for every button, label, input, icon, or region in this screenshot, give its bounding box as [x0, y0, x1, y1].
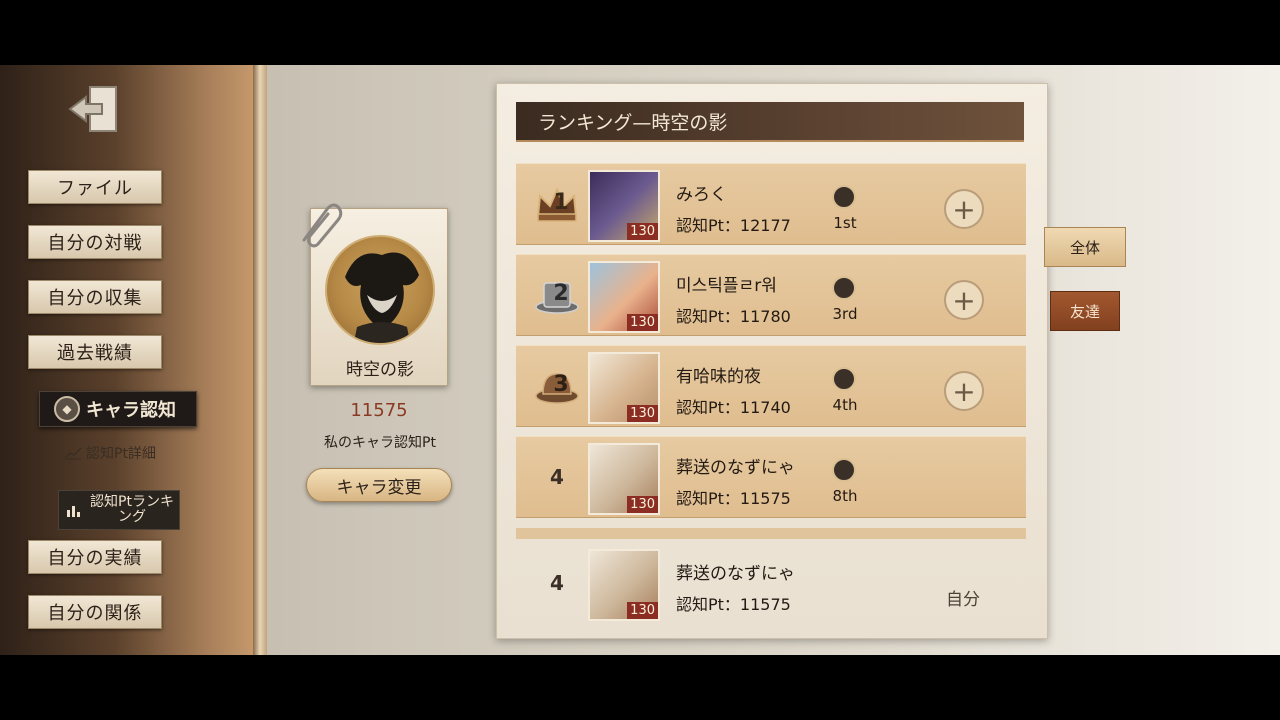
rank-number: 4	[550, 465, 564, 489]
line-chart-icon	[64, 447, 82, 460]
ranking-title: ランキング—時空の影	[516, 102, 1024, 142]
menu-collection[interactable]: 自分の収集	[28, 280, 162, 314]
level-badge: 130	[627, 496, 658, 513]
player-place: 1st	[833, 214, 857, 232]
submenu-pt-detail-label: 認知Pt詳細	[86, 446, 156, 462]
menu-file[interactable]: ファイル	[28, 170, 162, 204]
player-avatar: 130	[588, 352, 660, 424]
player-name: 미스틱플ㄹr워	[676, 276, 777, 296]
exit-icon[interactable]	[68, 83, 122, 135]
rank-number: 1	[553, 190, 569, 215]
player-avatar: 130	[588, 261, 660, 333]
my-points-label: 私のキャラ認知Pt	[324, 435, 436, 451]
player-avatar: 130	[588, 170, 660, 242]
player-points: 認知Pt：12177	[676, 216, 791, 235]
self-label: 自分	[946, 590, 980, 610]
rank-number: 3	[553, 372, 569, 397]
change-character-button[interactable]: キャラ変更	[306, 468, 452, 502]
self-name: 葬送のなずにゃ	[676, 564, 795, 584]
sidebar-edge	[253, 65, 267, 655]
medal-icon	[832, 185, 856, 209]
self-ranking-row: 4 130 葬送のなずにゃ 認知Pt：11575 自分	[516, 543, 1026, 625]
add-friend-button[interactable]: +	[944, 280, 984, 320]
self-rank-number: 4	[550, 571, 564, 595]
shield-icon: ◆	[54, 396, 80, 422]
player-points: 認知Pt：11780	[676, 307, 791, 326]
row-divider	[516, 528, 1026, 539]
submenu-pt-detail[interactable]: 認知Pt詳細	[64, 443, 156, 463]
tab-friends[interactable]: 友達	[1050, 291, 1120, 331]
player-avatar: 130	[588, 443, 660, 515]
add-friend-button[interactable]: +	[944, 371, 984, 411]
ranking-row[interactable]: 3 130 有哈味的夜 認知Pt：11740 4th +	[516, 345, 1026, 427]
medal-icon	[832, 458, 856, 482]
my-points: 11575	[350, 400, 408, 421]
self-avatar: 130	[588, 549, 660, 621]
ranking-row[interactable]: 4 130 葬送のなずにゃ 認知Pt：11575 8th	[516, 436, 1026, 518]
tab-all[interactable]: 全体	[1044, 227, 1126, 267]
menu-relations[interactable]: 自分の関係	[28, 595, 162, 629]
level-badge: 130	[627, 314, 658, 331]
player-name: 葬送のなずにゃ	[676, 458, 795, 478]
medal-icon	[832, 276, 856, 300]
self-points: 認知Pt：11575	[676, 595, 791, 614]
player-name: みろく	[676, 185, 727, 205]
character-portrait	[325, 235, 435, 345]
rank-number: 2	[553, 281, 569, 306]
level-badge: 130	[627, 602, 658, 619]
submenu-pt-ranking[interactable]: 認知Ptランキング	[58, 490, 180, 530]
player-place: 3rd	[832, 305, 858, 323]
ranking-row[interactable]: 1 130 みろく 認知Pt：12177 1st +	[516, 163, 1026, 245]
submenu-pt-ranking-label: 認知Ptランキング	[90, 494, 174, 525]
medal-icon	[832, 367, 856, 391]
player-points: 認知Pt：11740	[676, 398, 791, 417]
player-name: 有哈味的夜	[676, 367, 761, 387]
character-silhouette	[345, 252, 419, 343]
player-place: 4th	[832, 396, 858, 414]
menu-past-results[interactable]: 過去戦績	[28, 335, 162, 369]
player-place: 8th	[832, 487, 858, 505]
add-friend-button[interactable]: +	[944, 189, 984, 229]
menu-battles[interactable]: 自分の対戦	[28, 225, 162, 259]
level-badge: 130	[627, 405, 658, 422]
menu-char-recognition[interactable]: ◆ キャラ認知	[39, 391, 197, 427]
menu-char-recognition-label: キャラ認知	[86, 400, 176, 421]
player-points: 認知Pt：11575	[676, 489, 791, 508]
bar-chart-icon	[67, 506, 80, 517]
character-name: 時空の影	[346, 360, 414, 380]
ranking-row[interactable]: 2 130 미스틱플ㄹr워 認知Pt：11780 3rd +	[516, 254, 1026, 336]
game-screen: ファイル 自分の対戦 自分の収集 過去戦績 ◆ キャラ認知 認知Pt詳細 認知P…	[0, 65, 1280, 655]
paperclip-icon	[302, 203, 343, 248]
menu-achievements[interactable]: 自分の実績	[28, 540, 162, 574]
level-badge: 130	[627, 223, 658, 240]
